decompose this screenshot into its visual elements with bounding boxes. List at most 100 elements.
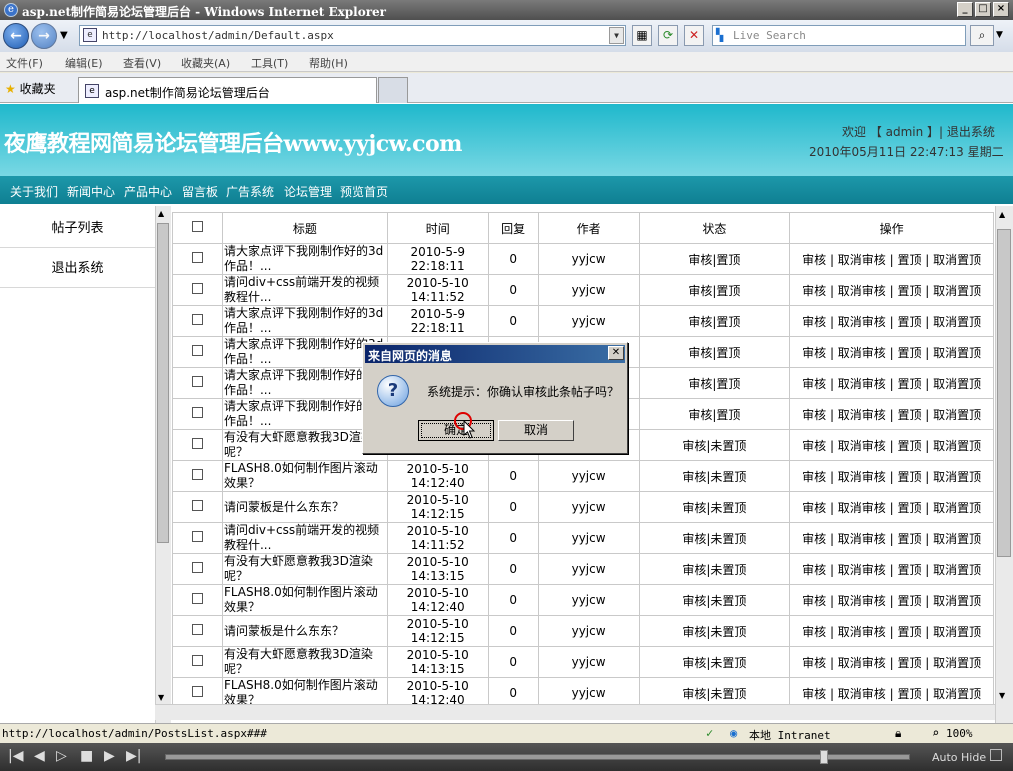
- address-field[interactable]: e http://localhost/admin/Default.aspx ▼: [79, 25, 626, 46]
- post-actions[interactable]: 审核 | 取消审核 | 置顶 | 取消置顶: [789, 429, 994, 461]
- post-title[interactable]: 有没有大虾愿意教我3D渲染呢？: [221, 553, 388, 585]
- prev-icon[interactable]: ◀: [34, 748, 45, 764]
- post-title[interactable]: 请大家点评下我刚制作好的3d作品！...: [221, 305, 388, 337]
- browser-tab[interactable]: e asp.net制作简易论坛管理后台: [78, 77, 377, 103]
- post-title[interactable]: 请问div+css前端开发的视频教程什...: [221, 274, 388, 306]
- post-title[interactable]: 请大家点评下我刚制作好的3d作品！...: [221, 243, 388, 275]
- search-input[interactable]: ▚ Live Search: [712, 25, 966, 46]
- post-actions[interactable]: 审核 | 取消审核 | 置顶 | 取消置顶: [789, 584, 994, 616]
- nav-about[interactable]: 关于我们: [10, 183, 58, 200]
- horizontal-scrollbar[interactable]: [155, 704, 995, 720]
- nav-forum-admin[interactable]: 论坛管理: [284, 183, 332, 200]
- dialog-close-icon[interactable]: ✕: [608, 346, 624, 360]
- row-checkbox[interactable]: [191, 469, 203, 480]
- row-checkbox[interactable]: [191, 562, 203, 573]
- nav-news[interactable]: 新闻中心: [67, 183, 115, 200]
- page-scroll-up-icon[interactable]: ▲: [999, 210, 1005, 219]
- cancel-button[interactable]: 取消: [498, 420, 574, 441]
- row-checkbox[interactable]: [191, 500, 203, 511]
- post-actions[interactable]: 审核 | 取消审核 | 置顶 | 取消置顶: [789, 646, 994, 678]
- play-icon[interactable]: ▷: [56, 748, 67, 764]
- autohide-label[interactable]: Auto Hide: [932, 751, 986, 764]
- menu-help[interactable]: 帮助(H): [309, 55, 348, 71]
- zoom-icon[interactable]: ⌕: [932, 726, 939, 740]
- post-title[interactable]: 请问div+css前端开发的视频教程什...: [221, 522, 388, 554]
- select-all-checkbox[interactable]: [191, 221, 203, 232]
- post-title[interactable]: FLASH8.0如何制作图片滚动效果？: [221, 584, 388, 616]
- menu-tools[interactable]: 工具(T): [251, 55, 288, 71]
- row-checkbox[interactable]: [191, 376, 203, 387]
- row-checkbox[interactable]: [191, 686, 203, 697]
- row-checkbox[interactable]: [191, 283, 203, 294]
- row-checkbox[interactable]: [191, 624, 203, 635]
- post-actions[interactable]: 审核 | 取消审核 | 置顶 | 取消置顶: [789, 398, 994, 430]
- row-checkbox[interactable]: [191, 593, 203, 604]
- post-actions[interactable]: 审核 | 取消审核 | 置顶 | 取消置顶: [789, 243, 994, 275]
- row-checkbox[interactable]: [191, 407, 203, 418]
- row-checkbox[interactable]: [191, 314, 203, 325]
- post-title[interactable]: 请问蒙板是什么东东？: [221, 491, 388, 523]
- autohide-checkbox[interactable]: [990, 749, 1002, 761]
- protected-mode-icon[interactable]: 🔒︎: [895, 726, 901, 741]
- post-actions[interactable]: 审核 | 取消审核 | 置顶 | 取消置顶: [789, 367, 994, 399]
- scroll-down-icon[interactable]: ▼: [158, 693, 164, 702]
- post-title[interactable]: 请问蒙板是什么东东？: [221, 615, 388, 647]
- menu-edit[interactable]: 编辑(E): [65, 55, 103, 71]
- close-window-button[interactable]: ×: [993, 2, 1009, 17]
- row-checkbox[interactable]: [191, 252, 203, 263]
- stop-icon[interactable]: ✕: [684, 25, 704, 46]
- maximize-button[interactable]: □: [975, 2, 991, 17]
- post-actions[interactable]: 审核 | 取消审核 | 置顶 | 取消置顶: [789, 305, 994, 337]
- sidebar-item-logout[interactable]: 退出系统: [0, 249, 155, 288]
- search-options-icon[interactable]: ▼: [996, 30, 1003, 40]
- compatibility-view-icon[interactable]: ▦: [632, 25, 652, 46]
- post-actions[interactable]: 审核 | 取消审核 | 置顶 | 取消置顶: [789, 274, 994, 306]
- seek-track[interactable]: [165, 754, 910, 760]
- forward-button[interactable]: →: [31, 23, 57, 49]
- favorites-button[interactable]: ★ 收藏夹: [5, 80, 56, 97]
- sidebar-item-posts[interactable]: 帖子列表: [0, 209, 155, 248]
- row-checkbox[interactable]: [191, 438, 203, 449]
- stop-square-icon[interactable]: ■: [80, 748, 93, 764]
- seek-thumb[interactable]: [820, 750, 828, 764]
- nav-preview[interactable]: 预览首页: [340, 183, 388, 200]
- post-actions[interactable]: 审核 | 取消审核 | 置顶 | 取消置顶: [789, 491, 994, 523]
- post-actions[interactable]: 审核 | 取消审核 | 置顶 | 取消置顶: [789, 615, 994, 647]
- post-title[interactable]: 有没有大虾愿意教我3D渲染呢？: [221, 646, 388, 678]
- page-scroll-down-icon[interactable]: ▼: [999, 691, 1005, 700]
- post-actions[interactable]: 审核 | 取消审核 | 置顶 | 取消置顶: [789, 522, 994, 554]
- welcome-text[interactable]: 欢迎 【 admin 】| 退出系统: [842, 123, 995, 140]
- zoom-level[interactable]: 100%: [946, 727, 973, 740]
- row-checkbox[interactable]: [191, 345, 203, 356]
- post-status: 审核|置顶: [638, 305, 791, 337]
- post-actions[interactable]: 审核 | 取消审核 | 置顶 | 取消置顶: [789, 460, 994, 492]
- skip-back-icon[interactable]: |◀: [8, 748, 23, 764]
- menu-view[interactable]: 查看(V): [123, 55, 161, 71]
- new-tab-button[interactable]: [378, 77, 408, 103]
- search-icon[interactable]: ⌕: [970, 25, 994, 46]
- address-dropdown-icon[interactable]: ▼: [609, 27, 624, 44]
- skip-forward-icon[interactable]: ▶|: [126, 748, 141, 764]
- minimize-button[interactable]: _: [957, 2, 973, 17]
- row-checkbox[interactable]: [191, 531, 203, 542]
- post-title[interactable]: FLASH8.0如何制作图片滚动效果？: [221, 460, 388, 492]
- post-replies: 0: [487, 553, 539, 585]
- next-icon[interactable]: ▶: [104, 748, 115, 764]
- window-title-bar: asp.net制作简易论坛管理后台 - Windows Internet Exp…: [0, 0, 1013, 20]
- refresh-icon[interactable]: ⟳: [658, 25, 678, 46]
- scroll-up-icon[interactable]: ▲: [158, 209, 164, 218]
- row-checkbox[interactable]: [191, 655, 203, 666]
- back-button[interactable]: ←: [3, 23, 29, 49]
- post-actions[interactable]: 审核 | 取消审核 | 置顶 | 取消置顶: [789, 336, 994, 368]
- recent-pages-dropdown-icon[interactable]: ▼: [60, 30, 68, 41]
- sidebar-scroll-thumb[interactable]: [157, 223, 169, 543]
- menu-file[interactable]: 文件(F): [6, 55, 43, 71]
- post-actions[interactable]: 审核 | 取消审核 | 置顶 | 取消置顶: [789, 553, 994, 585]
- nav-products[interactable]: 产品中心: [124, 183, 172, 200]
- menu-favorites[interactable]: 收藏夹(A): [181, 55, 230, 71]
- page-scroll-thumb[interactable]: [997, 229, 1011, 557]
- table-row: FLASH8.0如何制作图片滚动效果？ 2010-5-10 14:12:40 0 yy…: [172, 460, 994, 492]
- nav-ads[interactable]: 广告系统: [226, 183, 274, 200]
- post-status: 审核|置顶: [638, 336, 791, 368]
- nav-guestbook[interactable]: 留言板: [182, 183, 218, 200]
